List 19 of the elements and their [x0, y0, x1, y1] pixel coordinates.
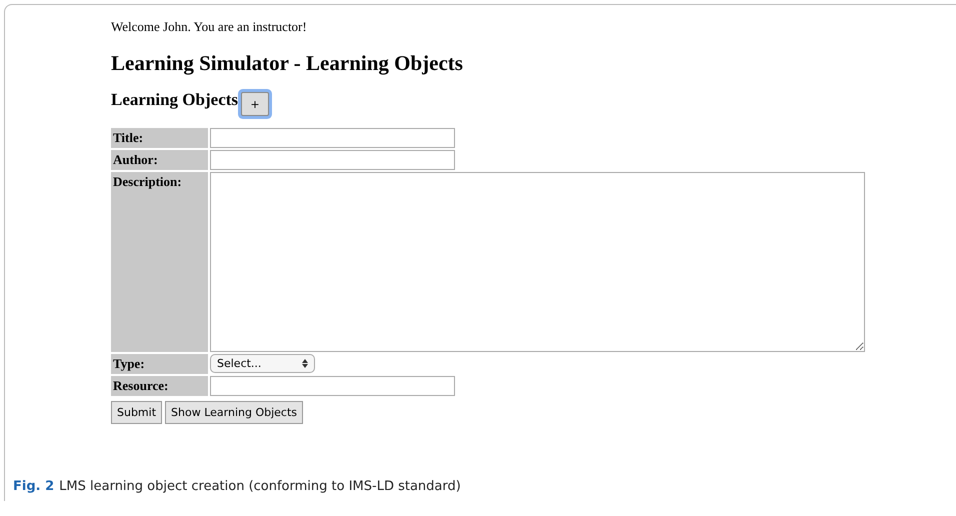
add-button[interactable]: + [241, 92, 270, 116]
field-label: Type: [111, 354, 208, 374]
description-field[interactable] [210, 172, 865, 352]
field-label: Author: [111, 150, 208, 170]
section-heading: Learning Objects [111, 90, 238, 110]
field-label: Description: [111, 172, 208, 352]
text-field[interactable] [210, 150, 455, 170]
text-field[interactable] [210, 128, 455, 148]
type-dropdown[interactable]: Select... [210, 354, 315, 373]
field-label: Resource: [111, 376, 208, 396]
submit-button[interactable]: Submit [111, 401, 162, 424]
field-label: Title: [111, 128, 208, 148]
page-title: Learning Simulator - Learning Objects [111, 51, 464, 76]
figure-label: Fig. 2 [13, 479, 54, 494]
dropdown-arrows-icon [302, 359, 308, 368]
figure-caption: LMS learning object creation (conforming to IMS-LD standard) [59, 479, 461, 494]
text-field[interactable] [210, 376, 455, 396]
welcome-message: Welcome John. You are an instructor! [111, 19, 308, 35]
show-button[interactable]: Show Learning Objects [165, 401, 304, 424]
